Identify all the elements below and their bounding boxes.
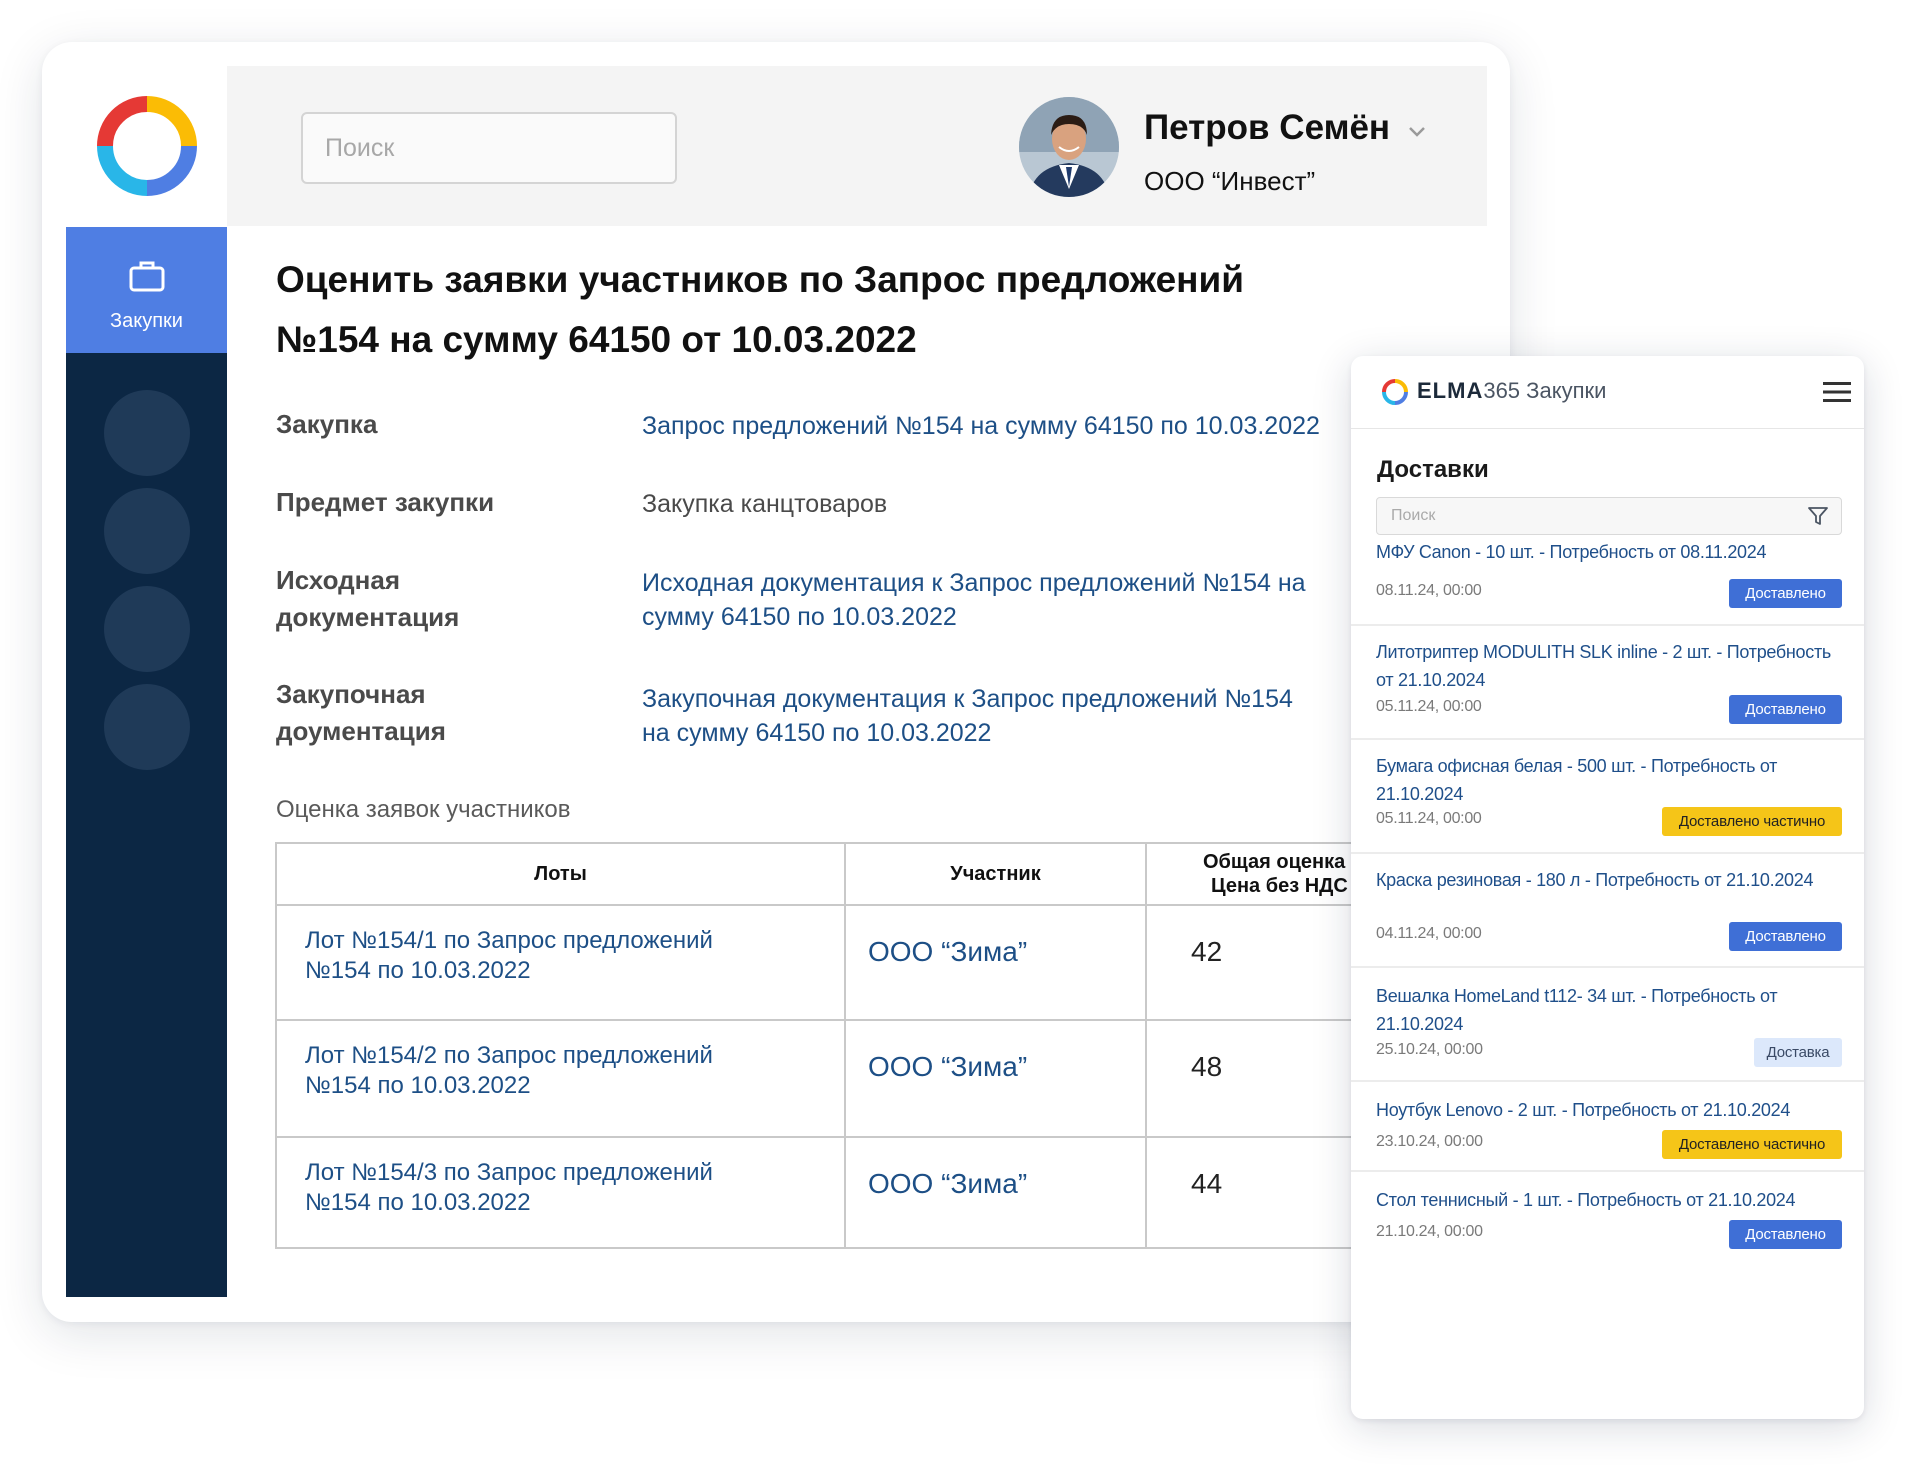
app-logo-icon[interactable] — [97, 96, 197, 196]
delivery-title[interactable]: Литотриптер MODULITH SLK inline - 2 шт. … — [1376, 638, 1836, 694]
mobile-header: ELMA365 Закупки — [1351, 356, 1864, 429]
status-badge: Доставлено частично — [1662, 807, 1842, 836]
evaluation-section-label: Оценка заявок участников — [276, 796, 571, 823]
delivery-date: 21.10.24, 00:00 — [1376, 1223, 1483, 1240]
table-header-row: Лоты Участник Общая оценка Цена без НДС — [275, 842, 1407, 906]
delivery-item[interactable]: Литотриптер MODULITH SLK inline - 2 шт. … — [1351, 626, 1864, 740]
delivery-title[interactable]: Бумага офисная белая - 500 шт. - Потребн… — [1376, 752, 1836, 808]
sidebar-item-placeholder[interactable] — [104, 586, 190, 672]
delivery-title[interactable]: Краска резиновая - 180 л - Потребность о… — [1376, 866, 1836, 894]
delivery-title[interactable]: Стол теннисный - 1 шт. - Потребность от … — [1376, 1186, 1836, 1214]
deliveries-search-input[interactable] — [1376, 497, 1842, 535]
status-badge: Доставлено — [1729, 1220, 1842, 1249]
delivery-item[interactable]: МФУ Canon - 10 шт. - Потребность от 08.1… — [1351, 538, 1864, 626]
lot-link[interactable]: Лот №154/3 по Запрос предложений №154 по … — [277, 1138, 844, 1218]
top-bar: Петров Семён ООО “Инвест” — [227, 66, 1487, 226]
delivery-date: 25.10.24, 00:00 — [1376, 1041, 1483, 1058]
mobile-window: ELMA365 Закупки Доставки МФУ Canon - 10 … — [1351, 356, 1864, 1419]
status-badge: Доставлено частично — [1662, 1130, 1842, 1159]
sidebar-item-placeholder[interactable] — [104, 684, 190, 770]
delivery-date: 04.11.24, 00:00 — [1376, 925, 1482, 942]
subject-value: Закупка канцтоваров — [642, 490, 888, 518]
avatar[interactable] — [1019, 97, 1119, 197]
status-badge: Доставлено — [1729, 922, 1842, 951]
lot-link[interactable]: Лот №154/2 по Запрос предложений №154 по … — [277, 1021, 844, 1101]
field-label-purchase-docs: Закупочная доументация — [276, 679, 446, 746]
menu-icon[interactable] — [1823, 380, 1851, 404]
user-name[interactable]: Петров Семён — [1144, 108, 1390, 148]
column-header-participant: Участник — [844, 842, 1147, 906]
evaluation-table: Лоты Участник Общая оценка Цена без НДС … — [275, 842, 1407, 1249]
search-input[interactable] — [301, 112, 677, 184]
user-organization: ООО “Инвест” — [1144, 166, 1316, 196]
filter-icon[interactable] — [1807, 505, 1829, 527]
app-logo-icon[interactable] — [1381, 378, 1409, 406]
table-row: Лот №154/3 по Запрос предложений №154 по … — [275, 1136, 1407, 1249]
lot-link[interactable]: Лот №154/1 по Запрос предложений №154 по … — [277, 906, 844, 986]
status-badge: Доставлено — [1729, 695, 1842, 724]
field-label-source-docs: Исходная документация — [276, 565, 460, 632]
sidebar: Закупки — [66, 227, 227, 1297]
delivery-title[interactable]: МФУ Canon - 10 шт. - Потребность от 08.1… — [1376, 538, 1836, 566]
deliveries-title: Доставки — [1377, 456, 1489, 483]
table-row: Лот №154/1 по Запрос предложений №154 по … — [275, 904, 1407, 1021]
user-photo-icon — [1019, 97, 1119, 197]
source-docs-link[interactable]: Исходная документация к Запрос предложен… — [642, 566, 1306, 634]
participant-link[interactable]: ООО “Зима” — [846, 1021, 1145, 1083]
sidebar-item-placeholder[interactable] — [104, 390, 190, 476]
delivery-title[interactable]: Ноутбук Lenovo - 2 шт. - Потребность от … — [1376, 1096, 1836, 1124]
field-label-purchase: Закупка — [276, 409, 378, 439]
brand-title: ELMA365 Закупки — [1417, 378, 1607, 403]
sidebar-item-placeholder[interactable] — [104, 488, 190, 574]
delivery-date: 08.11.24, 00:00 — [1376, 582, 1482, 599]
briefcase-icon — [129, 261, 165, 292]
delivery-item[interactable]: Бумага офисная белая - 500 шт. - Потребн… — [1351, 740, 1864, 854]
column-header-lots: Лоты — [275, 842, 846, 906]
delivery-date: 05.11.24, 00:00 — [1376, 698, 1482, 715]
sidebar-item-label: Закупки — [110, 310, 183, 332]
delivery-item[interactable]: Краска резиновая - 180 л - Потребность о… — [1351, 854, 1864, 968]
delivery-item[interactable]: Ноутбук Lenovo - 2 шт. - Потребность от … — [1351, 1082, 1864, 1172]
field-label-subject: Предмет закупки — [276, 487, 495, 517]
purchase-docs-link[interactable]: Закупочная документация к Запрос предлож… — [642, 682, 1293, 750]
delivery-item[interactable]: Стол теннисный - 1 шт. - Потребность от … — [1351, 1172, 1864, 1272]
delivery-date: 23.10.24, 00:00 — [1376, 1133, 1483, 1150]
status-badge: Доставлено — [1729, 579, 1842, 608]
page-title: Оценить заявки участников по Запрос пред… — [276, 259, 1244, 360]
delivery-date: 05.11.24, 00:00 — [1376, 810, 1482, 827]
sidebar-item-purchases[interactable]: Закупки — [66, 227, 227, 353]
participant-link[interactable]: ООО “Зима” — [846, 1138, 1145, 1200]
status-badge: Доставка — [1754, 1038, 1842, 1067]
participant-link[interactable]: ООО “Зима” — [846, 906, 1145, 968]
delivery-title[interactable]: Вешалка HomeLand t112- 34 шт. - Потребно… — [1376, 982, 1836, 1038]
chevron-down-icon[interactable] — [1406, 120, 1428, 142]
table-row: Лот №154/2 по Запрос предложений №154 по … — [275, 1019, 1407, 1138]
purchase-link[interactable]: Запрос предложений №154 на сумму 64150 п… — [642, 409, 1354, 443]
delivery-item[interactable]: Вешалка HomeLand t112- 34 шт. - Потребно… — [1351, 968, 1864, 1082]
